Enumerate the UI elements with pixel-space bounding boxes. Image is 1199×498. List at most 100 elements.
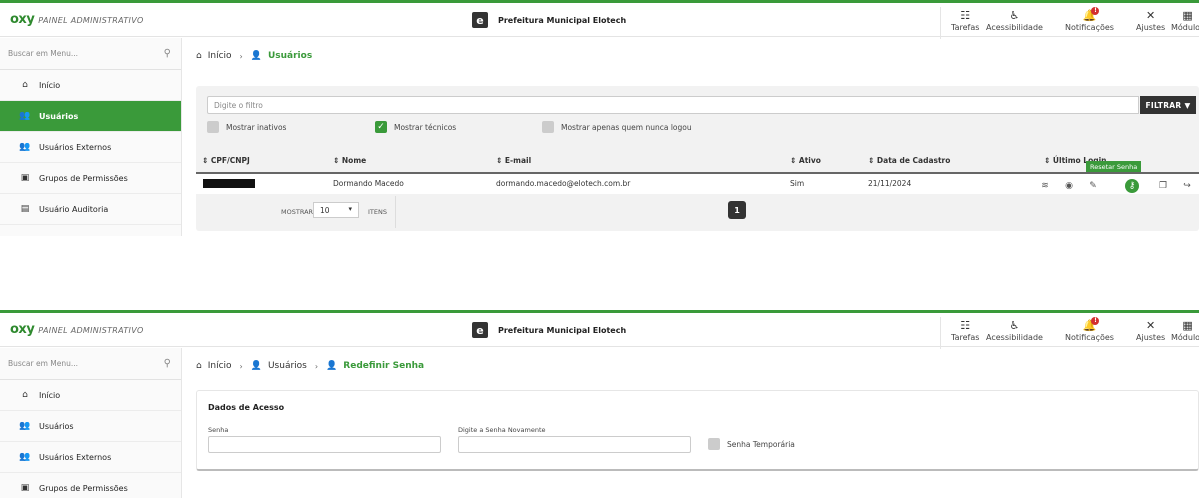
sidebar-item-inicio[interactable]: ⌂ Início (0, 70, 181, 101)
checkbox-label: Mostrar apenas quem nunca logou (561, 122, 692, 132)
checkbox-label: Mostrar inativos (226, 122, 287, 132)
home-icon[interactable]: ⌂ (196, 361, 202, 371)
tools-icon: ✕ (1145, 9, 1156, 22)
brand[interactable]: oxy PAINEL ADMINISTRATIVO (10, 322, 144, 337)
page-size-value: 10 (320, 206, 330, 215)
sidebar-item-usuarios-externos[interactable]: 👥 Usuários Externos (0, 442, 181, 473)
cell-nome: Dormando Macedo (333, 179, 404, 188)
reset-password-screen: oxy PAINEL ADMINISTRATIVO e Prefeitura M… (0, 310, 1199, 498)
filter-input[interactable]: Digite o filtro (207, 96, 1139, 114)
cell-email: dormando.macedo@elotech.com.br (496, 179, 631, 188)
sidebar-item-label: Grupos de Permissões (39, 173, 128, 183)
password-repeat-field[interactable] (458, 436, 691, 453)
brand-subtitle: PAINEL ADMINISTRATIVO (38, 326, 144, 335)
modules-button[interactable]: ▦ Módulos (1171, 319, 1199, 342)
column-header-cpf[interactable]: ⇕ CPF/CNPJ (202, 156, 250, 165)
breadcrumb-current: Usuários (267, 51, 313, 61)
column-header-ativo[interactable]: ⇕ Ativo (790, 156, 821, 165)
notifications-button[interactable]: 🔔! Notificações (1065, 317, 1114, 342)
filter-button-label: FILTRAR (1145, 100, 1182, 110)
breadcrumb-users[interactable]: Usuários (268, 361, 307, 371)
accessibility-button[interactable]: ♿ Acessibilidade (986, 9, 1043, 32)
checkbox-box[interactable] (207, 121, 219, 133)
settings-label: Ajustes (1136, 23, 1166, 32)
breadcrumb-home[interactable]: Início (208, 361, 232, 371)
edit-icon[interactable]: ✎ (1086, 179, 1100, 193)
table-row[interactable]: Dormando Macedo dormando.macedo@elotech.… (196, 172, 1199, 194)
tasks-icon: ☷ (960, 9, 971, 22)
password-field[interactable] (208, 436, 441, 453)
sidebar-item-grupos-permissoes[interactable]: ▣ Grupos de Permissões (0, 473, 181, 498)
checkbox-box[interactable] (708, 438, 720, 450)
tasks-icon: ☷ (960, 319, 971, 332)
top-actions: ☷ Tarefas ♿ Acessibilidade 🔔! Notificaçõ… (940, 7, 1199, 39)
page-button-1[interactable]: 1 (728, 201, 746, 219)
notifications-label: Notificações (1065, 23, 1114, 32)
notifications-button[interactable]: 🔔! Notificações (1065, 7, 1114, 32)
column-header-nome[interactable]: ⇕ Nome (333, 156, 366, 165)
sidebar-item-usuario-auditoria[interactable]: ▤ Usuário Auditoria (0, 194, 181, 225)
user-icon: 👤 (250, 361, 262, 371)
elotech-logo-icon: e (472, 322, 488, 338)
accessibility-button[interactable]: ♿ Acessibilidade (986, 319, 1043, 342)
items-label: ITENS (368, 208, 387, 216)
modules-button[interactable]: ▦ Módulos (1171, 9, 1199, 32)
users-icon: 👥 (19, 421, 31, 431)
tasks-button[interactable]: ☷ Tarefas (951, 9, 979, 32)
page-size-control: MOSTRAR 10 ▾ ITENS (196, 196, 396, 228)
sidebar-item-label: Usuários Externos (39, 142, 112, 152)
search-icon[interactable]: ⚲ (164, 358, 171, 369)
users-icon: 👥 (19, 452, 31, 462)
notification-badge: ! (1091, 7, 1100, 15)
settings-button[interactable]: ✕ Ajustes (1136, 9, 1165, 32)
settings-label: Ajustes (1136, 333, 1166, 342)
accessibility-icon: ♿ (1009, 9, 1020, 22)
accessibility-label: Acessibilidade (986, 23, 1043, 32)
filter-button[interactable]: FILTRAR ▼ (1140, 96, 1196, 114)
check-icon[interactable]: ✓ (375, 121, 387, 133)
brand-logo: oxy (10, 12, 35, 27)
temporary-password-checkbox[interactable]: Senha Temporária (708, 438, 795, 450)
sidebar-item-label: Usuários (39, 111, 79, 121)
show-inactive-checkbox[interactable]: Mostrar inativos (207, 121, 286, 133)
grid-icon: ▦ (1182, 319, 1193, 332)
sidebar-item-label: Usuários Externos (39, 452, 112, 462)
users-list-screen: oxy PAINEL ADMINISTRATIVO e Prefeitura M… (0, 0, 1199, 236)
sidebar-item-inicio[interactable]: ⌂ Início (0, 380, 181, 411)
table-header: ⇕ CPF/CNPJ ⇕ Nome ⇕ E-mail ⇕ Ativo ⇕ Dat… (196, 151, 1199, 171)
column-header-cadastro[interactable]: ⇕ Data de Cadastro (868, 156, 950, 165)
modules-label: Módulos (1171, 333, 1199, 342)
organization-title: e Prefeitura Municipal Elotech (472, 12, 626, 28)
home-icon[interactable]: ⌂ (196, 51, 202, 61)
key-icon[interactable]: ⚷ (1125, 179, 1139, 193)
settings-button[interactable]: ✕ Ajustes (1136, 319, 1165, 342)
sidebar-item-usuarios[interactable]: 👥 Usuários (0, 411, 181, 442)
breadcrumb: ⌂ Início › 👤 Usuários (196, 51, 312, 61)
tasks-button[interactable]: ☷ Tarefas (951, 319, 979, 342)
menu-search-input[interactable]: Buscar em Menu... ⚲ (0, 348, 181, 380)
access-data-card: Dados de Acesso Senha Digite a Senha Nov… (196, 390, 1199, 471)
show-technicians-checkbox[interactable]: ✓ Mostrar técnicos (375, 121, 456, 133)
column-header-email[interactable]: ⇕ E-mail (496, 156, 531, 165)
sidebar-item-usuarios-externos[interactable]: 👥 Usuários Externos (0, 132, 181, 163)
checkbox-box[interactable] (542, 121, 554, 133)
users-card: Digite o filtro FILTRAR ▼ Mostrar inativ… (196, 86, 1199, 231)
brand[interactable]: oxy PAINEL ADMINISTRATIVO (10, 12, 144, 27)
page-size-select[interactable]: 10 ▾ (313, 202, 359, 218)
menu-search-input[interactable]: Buscar em Menu... ⚲ (0, 38, 181, 70)
search-icon[interactable]: ⚲ (164, 48, 171, 59)
layers-icon[interactable]: ≋ (1038, 179, 1052, 193)
copy-icon[interactable]: ❐ (1156, 179, 1170, 193)
chevron-down-icon: ▾ (348, 205, 352, 213)
sidebar-item-grupos-permissoes[interactable]: ▣ Grupos de Permissões (0, 163, 181, 194)
view-icon[interactable]: ◉ (1062, 179, 1076, 193)
tools-icon: ✕ (1145, 319, 1156, 332)
document-icon: ▤ (20, 204, 30, 214)
share-icon[interactable]: ↪ (1180, 179, 1194, 193)
sidebar-item-usuarios[interactable]: 👥 Usuários (0, 101, 181, 132)
breadcrumb-home[interactable]: Início (208, 51, 232, 61)
checkbox-label: Senha Temporária (727, 439, 795, 449)
never-logged-checkbox[interactable]: Mostrar apenas quem nunca logou (542, 121, 692, 133)
sidebar-item-label: Grupos de Permissões (39, 483, 128, 493)
accessibility-label: Acessibilidade (986, 333, 1043, 342)
